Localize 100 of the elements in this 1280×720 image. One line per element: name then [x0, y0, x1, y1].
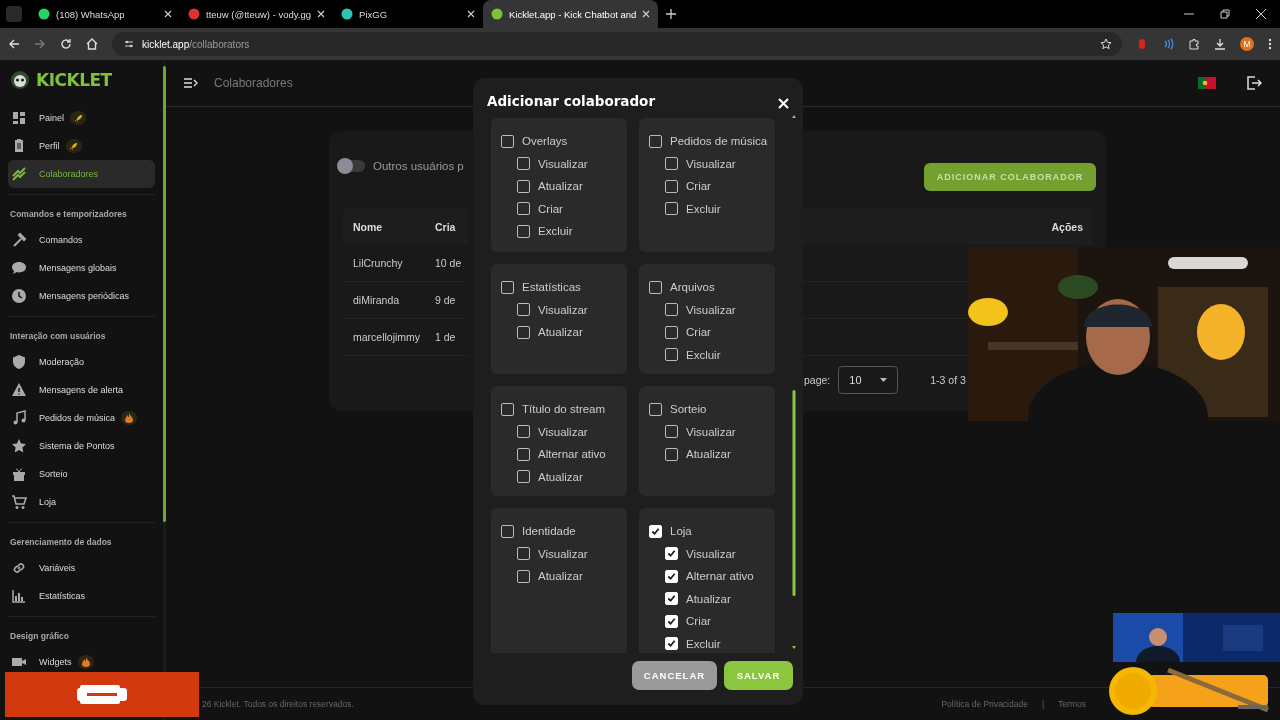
checkbox-label: Atualizar [686, 448, 731, 461]
address-field[interactable]: kicklet.app/collaborators [112, 32, 1122, 56]
sidebar-item[interactable]: Colaboradores [8, 160, 155, 188]
close-icon[interactable] [317, 10, 326, 18]
checkbox[interactable] [517, 547, 530, 561]
chat-icon [11, 260, 27, 276]
checkbox-label: Atualizar [538, 570, 583, 583]
menu-icon[interactable] [184, 77, 198, 89]
checkbox[interactable] [665, 202, 678, 216]
close-icon[interactable] [642, 10, 651, 18]
checkbox[interactable] [501, 280, 514, 294]
new-tab-icon[interactable] [666, 9, 677, 19]
table-cell: 10 de [435, 257, 462, 269]
dialog-title: Adicionar colaborador [487, 92, 656, 109]
checkbox-label: Pedidos de música [670, 135, 768, 148]
more-icon[interactable] [1268, 38, 1272, 50]
table-cell-text: LilCrunchy [352, 257, 404, 269]
checkbox-label: Visualizar [538, 425, 588, 438]
checkbox[interactable] [649, 134, 662, 148]
restore-icon[interactable] [1220, 9, 1230, 19]
bookmark-star-icon[interactable] [1100, 38, 1112, 50]
checkbox[interactable] [517, 179, 530, 193]
checkbox-label: Atualizar [538, 326, 583, 339]
dashboard-icon [11, 110, 27, 126]
close-icon[interactable] [467, 10, 476, 18]
checkbox-label: Excluir [686, 637, 721, 650]
sidebar-item[interactable]: Mensagens periódicas [8, 282, 155, 310]
sidebar-item[interactable]: Perfil [8, 132, 155, 160]
checkbox[interactable] [517, 569, 530, 583]
checkbox[interactable] [665, 179, 678, 193]
browser-tab[interactable]: tteuw (@tteuw) - vody.gg [180, 0, 334, 28]
sidebar-item[interactable]: Mensagens globais [8, 254, 155, 282]
site-settings-icon[interactable] [124, 39, 134, 49]
checkbox[interactable] [665, 425, 678, 439]
checkbox-label: Visualizar [538, 547, 588, 560]
clock-icon [11, 288, 27, 304]
shield-icon [11, 354, 27, 370]
checkbox-label: Visualizar [686, 303, 736, 316]
back-icon[interactable] [8, 38, 20, 50]
checkbox[interactable] [501, 524, 514, 538]
checkbox[interactable] [665, 303, 678, 317]
flag-icon[interactable] [1198, 77, 1216, 89]
close-icon[interactable] [1256, 9, 1266, 19]
checkbox-label: Visualizar [686, 425, 736, 438]
logout-icon[interactable] [1246, 75, 1262, 91]
sidebar-item[interactable]: Loja [8, 488, 155, 516]
checkbox-label: Sorteio [670, 403, 707, 416]
sidebar-item[interactable]: Moderação [8, 348, 155, 376]
hammer-icon [11, 232, 27, 248]
checkbox[interactable] [517, 202, 530, 216]
checkbox[interactable] [665, 325, 678, 339]
checkbox[interactable] [517, 470, 530, 484]
star-icon [11, 438, 27, 454]
sidebar-item[interactable]: Variáveis [8, 554, 155, 582]
checkbox-label: Identidade [522, 525, 576, 538]
browser-tab[interactable]: PixGG [333, 0, 484, 28]
checkbox[interactable] [517, 425, 530, 439]
extension-icon[interactable] [1136, 38, 1148, 50]
section-heading: Gerenciamento de dados [9, 536, 113, 549]
scrollbar[interactable] [163, 66, 166, 522]
sidebar-item[interactable]: Painel [8, 104, 155, 132]
checkbox[interactable] [665, 348, 678, 362]
browser-tab[interactable]: (108) WhatsApp [30, 0, 180, 28]
warning-icon [11, 382, 27, 398]
reload-icon[interactable] [60, 38, 72, 50]
sidebar-item[interactable]: Estatísticas [8, 582, 155, 610]
checkbox[interactable] [665, 447, 678, 461]
sidebar-item[interactable]: Sistema de Pontos [8, 432, 155, 460]
checkbox-label: Atualizar [538, 470, 583, 483]
browser-tab[interactable]: Kicklet.app - Kick Chatbot and [483, 0, 659, 28]
sidebar-item[interactable]: Sorteio [8, 460, 155, 488]
checkbox-label: Excluir [686, 348, 721, 361]
sidebar-item[interactable]: Mensagens de alerta [8, 376, 155, 404]
close-icon[interactable] [164, 10, 172, 18]
forward-icon[interactable] [34, 38, 46, 50]
separator-text: | [1041, 699, 1045, 709]
toggle-switch[interactable] [339, 160, 365, 172]
checkbox[interactable] [517, 303, 530, 317]
checkbox[interactable] [501, 402, 514, 416]
checkbox[interactable] [517, 447, 530, 461]
checkbox[interactable] [517, 325, 530, 339]
panda-logo-icon [10, 70, 30, 90]
checkbox[interactable] [517, 224, 530, 238]
extension-icon[interactable] [1162, 38, 1174, 50]
sidebar-item[interactable]: Comandos [8, 226, 155, 254]
sidebar-item[interactable]: Pedidos de música [8, 404, 155, 432]
scrollbar[interactable] [792, 115, 796, 650]
rocket-icon [65, 139, 82, 153]
checkbox[interactable] [649, 280, 662, 294]
checkbox[interactable] [665, 157, 678, 171]
flame-icon [77, 655, 94, 669]
download-icon[interactable] [1214, 38, 1226, 50]
checkbox[interactable] [517, 157, 530, 171]
checkbox[interactable] [649, 402, 662, 416]
rows-per-page-select[interactable]: 10 [838, 366, 899, 394]
checkbox[interactable] [501, 134, 514, 148]
page-range: 1-3 of 3 [930, 374, 966, 386]
puzzle-icon[interactable] [1188, 38, 1200, 50]
sidebar-item[interactable]: Widgets [8, 648, 155, 676]
home-icon[interactable] [86, 38, 98, 50]
